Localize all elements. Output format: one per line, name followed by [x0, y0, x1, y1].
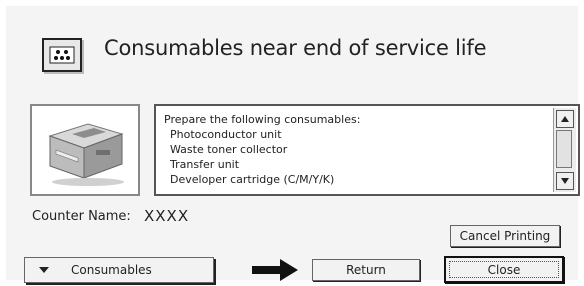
printer-image-frame [30, 104, 140, 196]
consumables-dropdown-button[interactable]: Consumables [24, 257, 214, 283]
message-line: Photoconductor unit [170, 128, 282, 141]
counter-name-value: XXXX [144, 207, 190, 225]
message-line: Waste toner collector [170, 143, 288, 156]
consumables-button-label: Consumables [71, 263, 152, 277]
cancel-printing-button[interactable]: Cancel Printing [450, 225, 560, 247]
consumables-message-box[interactable]: Prepare the following consumables: Photo… [154, 104, 580, 196]
printer-icon [48, 123, 124, 186]
scroll-up-arrow-icon[interactable] [556, 110, 574, 128]
return-button[interactable]: Return [312, 259, 420, 281]
arrow-right-icon [252, 259, 298, 281]
scrollbar-thumb[interactable] [556, 130, 572, 168]
consumables-icon [42, 38, 82, 72]
message-line: Prepare the following consumables: [164, 113, 361, 126]
scroll-down-arrow-icon[interactable] [556, 172, 574, 190]
counter-name-label: Counter Name: [32, 209, 131, 224]
dialog-title: Consumables near end of service life [104, 36, 487, 60]
close-button[interactable]: Close [444, 256, 564, 283]
consumables-dialog: Consumables near end of service life Pre… [6, 6, 580, 283]
vertical-scrollbar[interactable] [553, 108, 576, 192]
message-line: Transfer unit [170, 158, 240, 171]
message-line: Developer cartridge (C/M/Y/K) [170, 173, 335, 186]
close-button-label: Close [487, 262, 521, 277]
message-lines: Prepare the following consumables: Photo… [164, 112, 548, 187]
chevron-down-icon [39, 267, 49, 273]
